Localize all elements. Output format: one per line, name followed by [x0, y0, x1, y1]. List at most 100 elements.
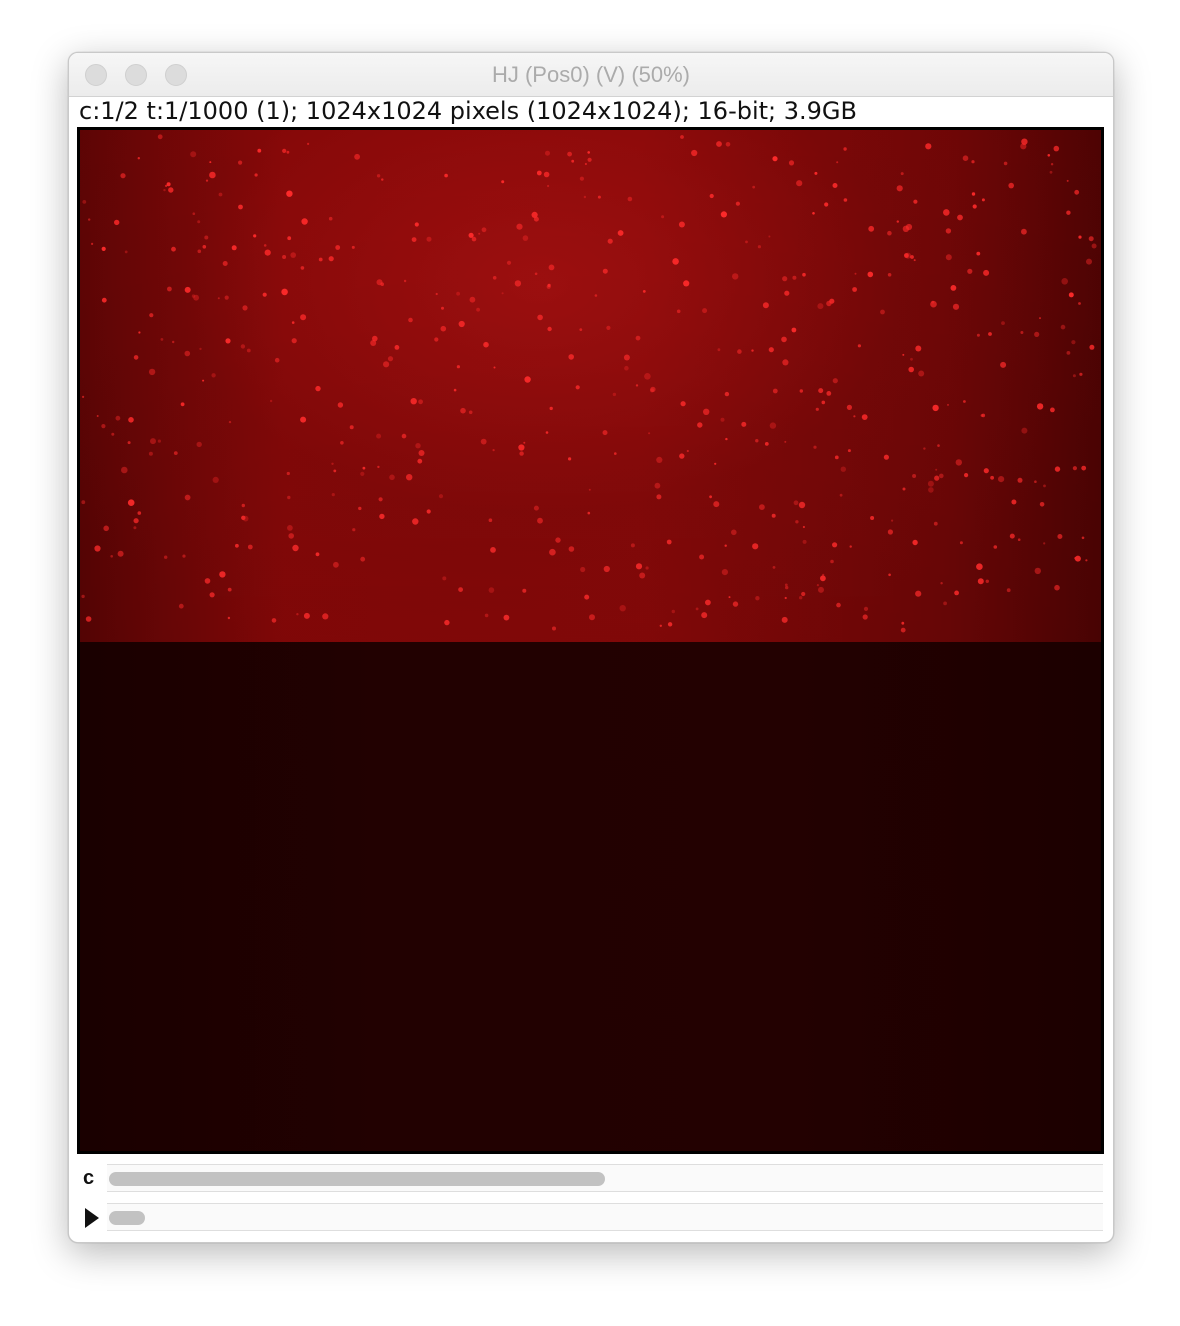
fluorescent-spot	[587, 157, 592, 162]
fluorescent-spot	[1054, 584, 1060, 591]
fluorescent-spot	[867, 271, 874, 278]
channel-slider-thumb[interactable]	[109, 1172, 605, 1186]
fluorescent-spot	[1003, 161, 1008, 166]
fluorescent-spot	[812, 212, 815, 215]
time-slider-thumb[interactable]	[109, 1211, 145, 1225]
fluorescent-spot	[959, 541, 963, 545]
fluorescent-spot	[184, 494, 191, 501]
fluorescent-spot	[697, 422, 703, 428]
fluorescent-spot	[840, 466, 846, 472]
fluorescent-spot	[351, 245, 355, 249]
fluorescent-spot	[945, 228, 952, 234]
fluorescent-spot	[408, 317, 413, 323]
fluorescent-spot	[286, 190, 293, 197]
fluorescent-spot	[818, 388, 824, 394]
fluorescent-spot	[209, 161, 212, 164]
fluorescent-spot	[900, 172, 904, 176]
fluorescent-spot	[1050, 407, 1055, 413]
fluorescent-spot	[580, 566, 586, 573]
fluorescent-spot	[915, 345, 922, 352]
fluorescent-spot	[597, 195, 601, 199]
fluorescent-spot	[137, 157, 140, 160]
fluorescent-spot	[1047, 154, 1051, 157]
fluorescent-spot	[644, 373, 651, 380]
fluorescent-spot	[522, 235, 529, 241]
fluorescent-spot	[934, 475, 940, 481]
fluorescent-spot	[1071, 340, 1076, 345]
title-bar[interactable]: HJ (Pos0) (V) (50%)	[69, 53, 1113, 97]
fluorescent-spot	[937, 444, 940, 447]
fluorescent-spot	[128, 417, 134, 423]
fluorescent-spot	[751, 349, 754, 352]
channel-slider[interactable]	[107, 1164, 1103, 1192]
fluorescent-spot	[630, 543, 635, 548]
fluorescent-spot	[376, 433, 382, 439]
fluorescent-spot	[362, 466, 366, 470]
fluorescent-spot	[411, 237, 417, 242]
play-icon[interactable]	[85, 1208, 99, 1228]
fluorescent-spot	[531, 211, 538, 218]
fluorescent-spot	[594, 294, 598, 297]
fluorescent-spot	[939, 473, 944, 479]
fluorescent-spot	[584, 594, 590, 600]
fluorescent-spot	[759, 504, 765, 510]
fluorescent-spot	[501, 292, 504, 295]
fluorescent-spot	[1088, 236, 1094, 242]
fluorescent-spot	[133, 355, 139, 360]
fluorescent-spot	[212, 476, 219, 483]
fluorescent-spot	[801, 591, 806, 597]
fluorescent-spot	[784, 290, 790, 296]
fluorescent-spot	[101, 297, 107, 303]
fluorescent-spot	[927, 480, 934, 487]
fluorescent-spot	[288, 533, 294, 539]
fluorescent-spot	[671, 609, 675, 614]
fluorescent-spot	[771, 513, 776, 518]
fluorescent-spot	[720, 417, 725, 422]
fluorescent-spot	[1054, 466, 1061, 472]
fluorescent-spot	[197, 249, 202, 254]
fluorescent-spot	[635, 335, 641, 341]
fluorescent-spot	[291, 338, 297, 344]
fluorescent-spot	[224, 295, 229, 300]
fluorescent-spot	[287, 236, 292, 241]
fluorescent-spot	[950, 285, 957, 291]
fluorescent-spot	[545, 150, 550, 156]
fluorescent-spot	[762, 302, 769, 309]
fluorescent-spot	[656, 494, 662, 500]
fluorescent-spot	[164, 555, 168, 559]
fluorescent-spot	[768, 347, 774, 353]
fluorescent-spot	[484, 343, 487, 346]
fluorescent-spot	[488, 587, 495, 593]
fluorescent-spot	[1089, 344, 1095, 350]
fluorescent-spot	[190, 151, 197, 158]
fluorescent-spot	[182, 554, 186, 558]
fluorescent-spot	[217, 297, 220, 300]
image-canvas[interactable]	[77, 127, 1104, 1154]
fluorescent-spot	[795, 520, 799, 524]
fluorescent-spot	[358, 506, 362, 511]
fluorescent-spot	[199, 347, 202, 351]
fluorescent-spot	[725, 142, 731, 147]
fluorescent-spot	[257, 148, 262, 153]
fluorescent-spot	[352, 528, 356, 532]
fluorescent-spot	[617, 230, 624, 236]
fluorescent-spot	[322, 613, 329, 620]
fluorescent-spot	[127, 441, 131, 445]
time-slider[interactable]	[107, 1203, 1103, 1231]
fluorescent-spot	[441, 306, 444, 310]
fluorescent-spot	[115, 415, 121, 421]
fluorescent-spot	[506, 260, 512, 265]
fluorescent-spot	[458, 587, 463, 592]
fluorescent-spot	[923, 447, 926, 450]
fluorescent-spot	[401, 433, 407, 439]
fluorescent-spot	[160, 338, 164, 341]
fluorescent-spot	[607, 238, 613, 244]
fluorescent-spot	[861, 414, 868, 420]
fluorescent-spot	[822, 573, 825, 576]
fluorescent-spot	[1043, 542, 1046, 545]
fluorescent-spot	[814, 171, 818, 175]
fluorescent-spot	[166, 182, 171, 187]
fluorescent-spot	[955, 459, 962, 466]
fluorescent-spot	[300, 314, 307, 321]
fluorescent-spot	[732, 601, 739, 607]
